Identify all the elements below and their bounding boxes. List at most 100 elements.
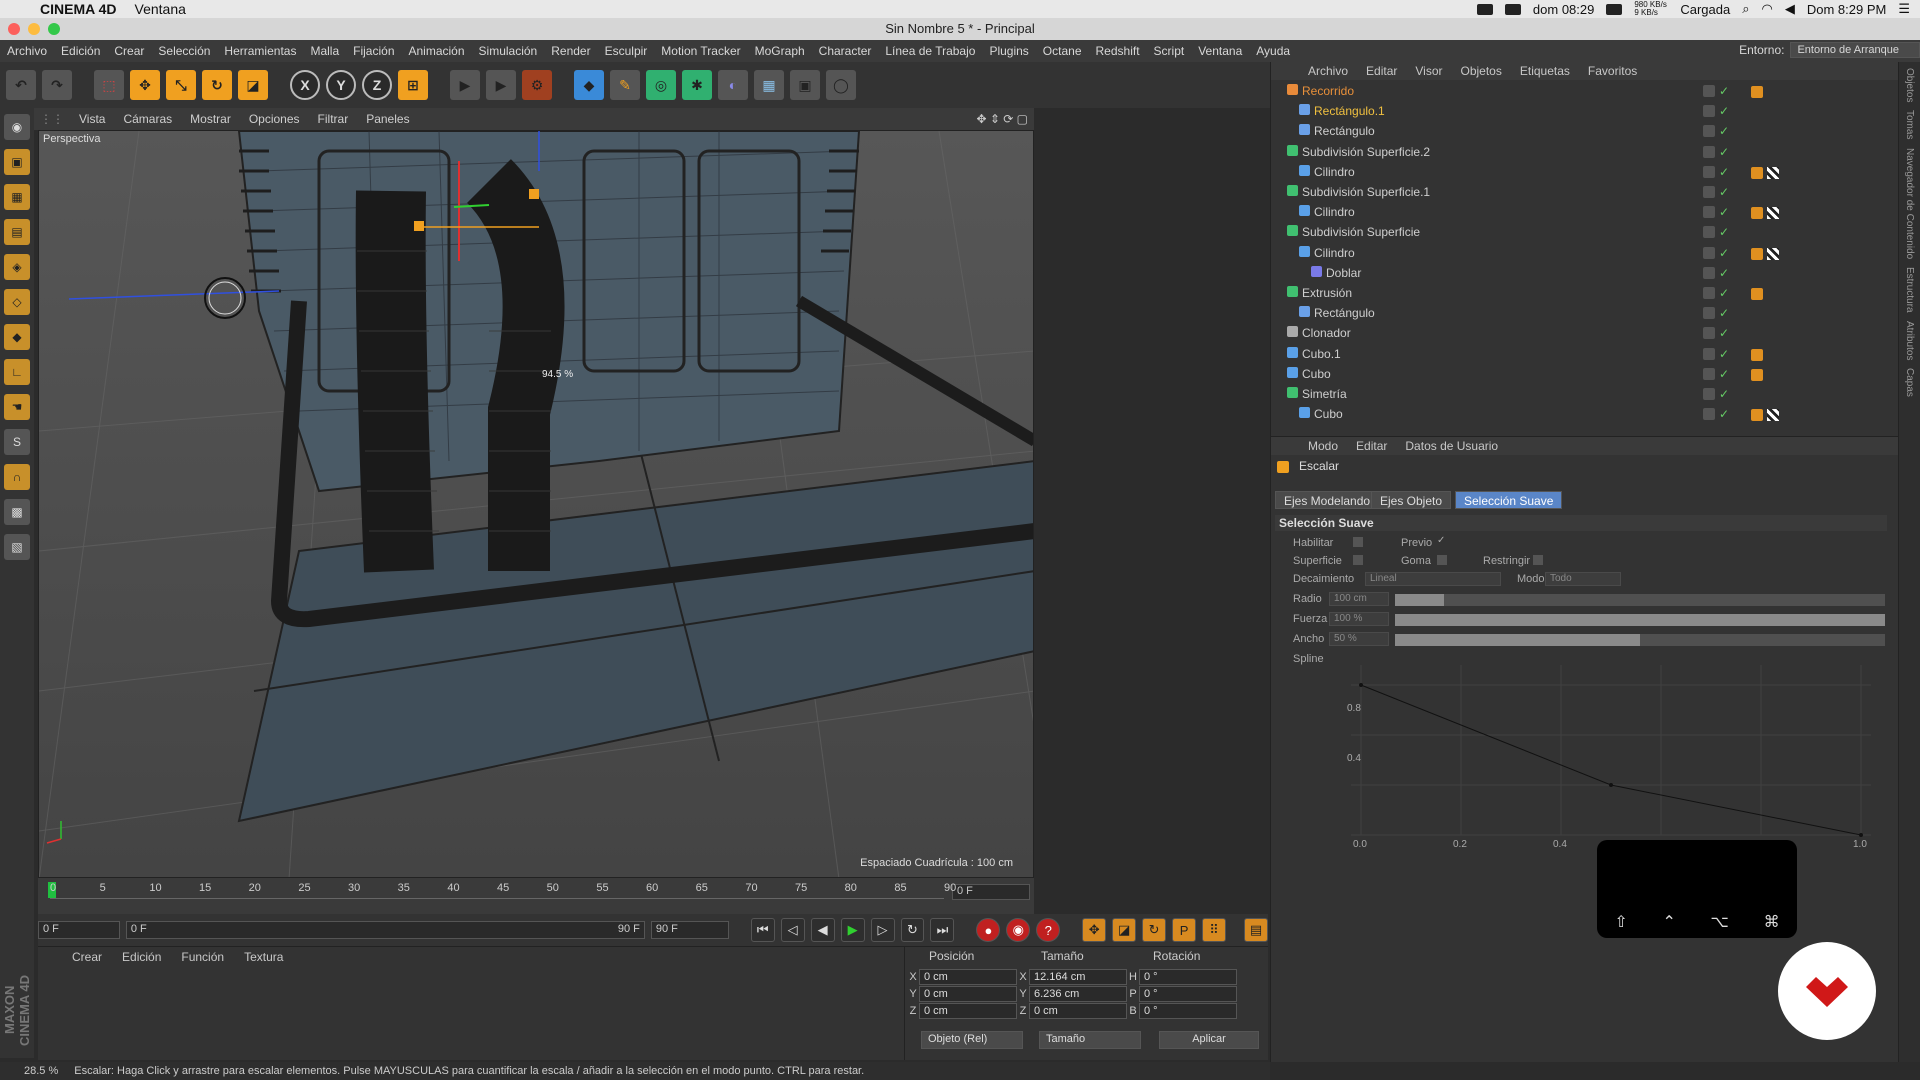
enable-check-icon[interactable]: ✓ bbox=[1719, 104, 1729, 118]
viewport-menu-3[interactable]: Opciones bbox=[240, 112, 309, 126]
key-rotation-icon[interactable]: ↻ bbox=[1142, 918, 1167, 942]
object-row[interactable]: Subdivisión Superficie ✓ bbox=[1271, 223, 1889, 243]
scale-handle-top[interactable] bbox=[529, 189, 539, 199]
spline-curve[interactable] bbox=[1360, 684, 1862, 836]
enable-check-icon[interactable]: ✓ bbox=[1719, 246, 1729, 260]
object-name[interactable]: Rectángulo.1 bbox=[1314, 104, 1385, 118]
coordinate-system-icon[interactable]: ⊞ bbox=[398, 70, 428, 100]
texture-mode-icon[interactable]: ▦ bbox=[4, 184, 30, 210]
key-pla-icon[interactable]: ⠿ bbox=[1202, 918, 1226, 942]
tag-icon[interactable] bbox=[1751, 247, 1763, 260]
visibility-toggle[interactable] bbox=[1703, 186, 1715, 198]
light-icon[interactable]: ◯ bbox=[826, 70, 856, 100]
attribute-menu-0[interactable]: Modo bbox=[1299, 439, 1347, 453]
ancho-field[interactable]: 50 % bbox=[1329, 632, 1389, 646]
material-tag-icon[interactable] bbox=[1767, 247, 1779, 260]
cube-primitive-icon[interactable]: ◆ bbox=[574, 70, 604, 100]
lock-workplane-icon[interactable]: ▧ bbox=[4, 534, 30, 560]
material-menu-2[interactable]: Función bbox=[171, 950, 234, 964]
viewport-menu-1[interactable]: Cámaras bbox=[114, 112, 181, 126]
attr-tab-0[interactable]: Ejes Modelando bbox=[1275, 491, 1380, 509]
menu-14[interactable]: Línea de Trabajo bbox=[878, 44, 982, 58]
next-frame-icon[interactable]: ▷ bbox=[870, 918, 895, 942]
modo-select[interactable]: Todo bbox=[1545, 572, 1621, 586]
superficie-checkbox[interactable] bbox=[1353, 555, 1363, 565]
object-row[interactable]: Recorrido ✓ bbox=[1271, 82, 1889, 102]
tag-icon[interactable] bbox=[1751, 368, 1763, 381]
goma-checkbox[interactable] bbox=[1437, 555, 1447, 565]
tag-icon[interactable] bbox=[1751, 86, 1763, 98]
rotation-field[interactable]: 0 ° bbox=[1139, 1003, 1237, 1019]
key-parameter-icon[interactable]: P bbox=[1172, 918, 1197, 942]
visibility-toggle[interactable] bbox=[1703, 388, 1715, 400]
z-axis-lock-icon[interactable]: Z bbox=[362, 70, 392, 100]
object-row[interactable]: Clonador ✓ bbox=[1271, 324, 1889, 344]
play-icon[interactable]: ▶ bbox=[840, 918, 865, 942]
close-window-icon[interactable] bbox=[8, 23, 20, 35]
object-row[interactable]: Extrusión ✓ bbox=[1271, 284, 1889, 304]
rotate-tool-icon[interactable]: ↻ bbox=[202, 70, 232, 100]
menu-1[interactable]: Edición bbox=[54, 44, 107, 58]
decaimiento-select[interactable]: Lineal bbox=[1365, 572, 1501, 586]
display-icon[interactable] bbox=[1504, 3, 1521, 15]
object-name[interactable]: Subdivisión Superficie bbox=[1302, 225, 1420, 239]
points-mode-icon[interactable]: ◈ bbox=[4, 254, 30, 280]
tweak-mode-icon[interactable]: ☚ bbox=[4, 394, 30, 420]
object-name[interactable]: Rectángulo bbox=[1314, 306, 1375, 320]
material-menu-1[interactable]: Edición bbox=[112, 950, 171, 964]
visibility-toggle[interactable] bbox=[1703, 347, 1715, 360]
menu-4[interactable]: Herramientas bbox=[217, 44, 303, 58]
ancho-slider[interactable] bbox=[1395, 634, 1885, 646]
object-row[interactable]: Cilindro ✓ bbox=[1271, 244, 1889, 264]
enable-check-icon[interactable]: ✓ bbox=[1719, 165, 1729, 179]
menu-8[interactable]: Simulación bbox=[472, 44, 545, 58]
menu-18[interactable]: Script bbox=[1147, 44, 1192, 58]
restringir-checkbox[interactable] bbox=[1533, 555, 1543, 565]
object-row[interactable]: Subdivisión Superficie.1 ✓ bbox=[1271, 183, 1889, 203]
attribute-menu-2[interactable]: Datos de Usuario bbox=[1396, 439, 1507, 453]
object-menu-3[interactable]: Objetos bbox=[1452, 64, 1511, 78]
environment-select[interactable]: Entorno de Arranque bbox=[1790, 42, 1920, 58]
material-tag-icon[interactable] bbox=[1767, 166, 1779, 179]
object-row[interactable]: Simetría ✓ bbox=[1271, 385, 1889, 405]
floor-plate[interactable] bbox=[237, 460, 1034, 823]
enable-check-icon[interactable]: ✓ bbox=[1719, 145, 1729, 159]
mac-menu-ventana[interactable]: Ventana bbox=[135, 1, 186, 17]
apply-button[interactable]: Aplicar bbox=[1159, 1031, 1259, 1049]
snap-icon[interactable]: S bbox=[4, 429, 30, 455]
redo-icon[interactable]: ↷ bbox=[42, 70, 72, 100]
visibility-toggle[interactable] bbox=[1703, 246, 1715, 259]
subdivision-surface-icon[interactable]: ◎ bbox=[646, 70, 676, 100]
object-name[interactable]: Subdivisión Superficie.2 bbox=[1302, 145, 1430, 159]
visibility-toggle[interactable] bbox=[1703, 165, 1715, 178]
visibility-toggle[interactable] bbox=[1703, 206, 1715, 219]
menu-10[interactable]: Esculpir bbox=[598, 44, 655, 58]
object-menu-4[interactable]: Etiquetas bbox=[1511, 64, 1579, 78]
menu-12[interactable]: MoGraph bbox=[748, 44, 812, 58]
cloner-icon[interactable]: ✱ bbox=[682, 70, 712, 100]
menu-9[interactable]: Render bbox=[544, 44, 597, 58]
goto-start-icon[interactable]: ⏮ bbox=[750, 918, 775, 942]
spline-graph[interactable] bbox=[1341, 655, 1881, 855]
tag-icon[interactable] bbox=[1751, 409, 1763, 422]
enable-check-icon[interactable]: ✓ bbox=[1719, 367, 1729, 381]
camera-icon[interactable]: ▣ bbox=[790, 70, 820, 100]
minimize-window-icon[interactable] bbox=[28, 23, 40, 35]
recent-tool-icon[interactable]: ◪ bbox=[238, 70, 268, 100]
model-mode-icon[interactable]: ▣ bbox=[4, 149, 30, 175]
fuerza-field[interactable]: 100 % bbox=[1329, 612, 1389, 626]
polygons-mode-icon[interactable]: ◆ bbox=[4, 324, 30, 350]
object-menu-5[interactable]: Favoritos bbox=[1579, 64, 1646, 78]
object-row[interactable]: Cubo ✓ bbox=[1271, 365, 1889, 385]
side-tab-0[interactable]: Objetos bbox=[1904, 68, 1915, 102]
hose-right[interactable] bbox=[466, 159, 565, 571]
radio-slider[interactable] bbox=[1395, 594, 1885, 606]
rotation-field[interactable]: 0 ° bbox=[1139, 986, 1237, 1002]
previo-checkbox[interactable]: ✓ bbox=[1437, 535, 1445, 546]
end-frame-field[interactable]: 90 F bbox=[650, 921, 729, 939]
attribute-menu-1[interactable]: Editar bbox=[1347, 439, 1396, 453]
tag-icon[interactable] bbox=[1751, 207, 1763, 220]
app-menu[interactable]: CINEMA 4D bbox=[40, 1, 117, 17]
scale-handle-left[interactable] bbox=[414, 221, 424, 231]
object-name[interactable]: Cilindro bbox=[1314, 246, 1355, 260]
